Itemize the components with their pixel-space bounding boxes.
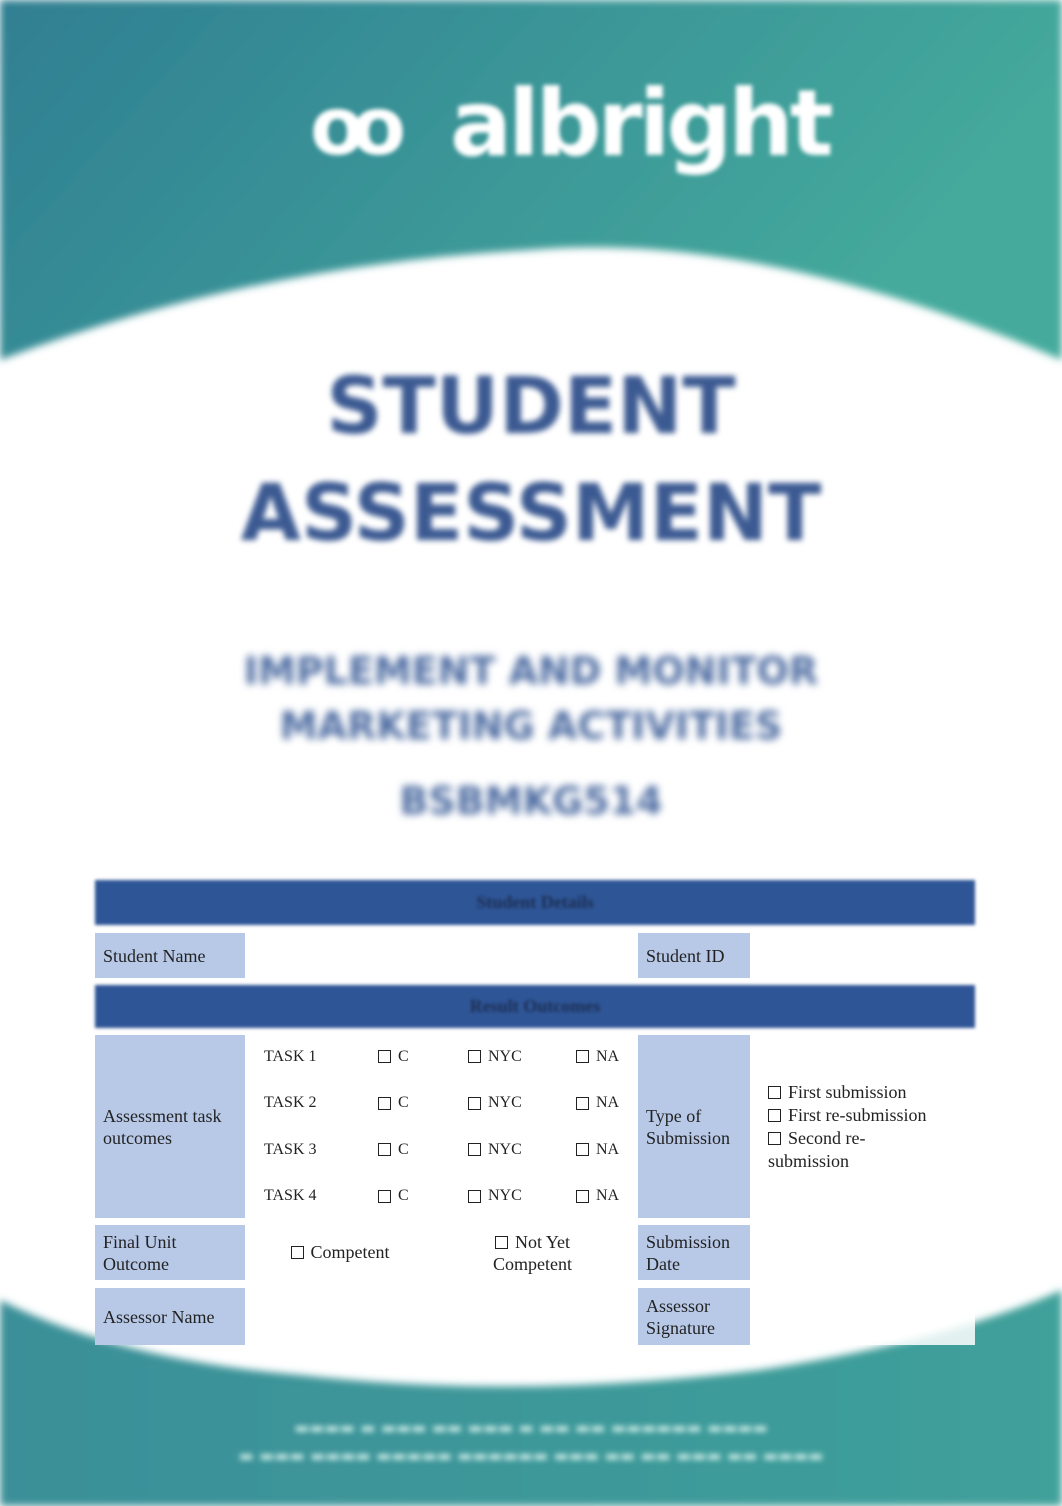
competent-option[interactable]: Competent xyxy=(250,1225,430,1280)
student-id-field[interactable] xyxy=(755,933,975,978)
checkbox-icon[interactable] xyxy=(768,1131,781,1145)
checkbox-icon[interactable] xyxy=(768,1108,781,1122)
task-2-label: TASK 2 xyxy=(250,1081,345,1125)
title-line-2: ASSESSMENT xyxy=(240,469,822,559)
submission-type-options: First submission First re-submission Sec… xyxy=(760,1035,975,1218)
section-header-results: Result Outcomes xyxy=(95,985,975,1028)
checkbox-icon[interactable] xyxy=(468,1143,481,1156)
checkbox-icon[interactable] xyxy=(378,1143,391,1156)
unit-title-line-2: MARKETING ACTIVITIES xyxy=(279,704,783,748)
assessor-signature-field[interactable] xyxy=(755,1288,975,1345)
checkbox-icon[interactable] xyxy=(576,1050,589,1063)
task-4-label: TASK 4 xyxy=(250,1174,345,1218)
checkbox-icon[interactable] xyxy=(468,1096,481,1110)
task-text: NA xyxy=(596,1187,620,1204)
checkbox-icon[interactable] xyxy=(576,1143,589,1156)
checkbox-icon[interactable] xyxy=(468,1189,481,1203)
assessor-name-label: Assessor Name xyxy=(95,1288,245,1345)
task-text: TASK 1 xyxy=(264,1047,317,1065)
task-3-na-option[interactable]: NA xyxy=(548,1128,630,1171)
albright-logo: oo albright xyxy=(300,70,834,210)
checkbox-icon[interactable] xyxy=(378,1050,391,1063)
assessor-name-field[interactable] xyxy=(250,1288,630,1345)
task-1-nyc-option[interactable]: NYC xyxy=(440,1035,545,1078)
task-1-label: TASK 1 xyxy=(250,1035,345,1078)
student-id-label: Student ID xyxy=(638,933,750,978)
task-text: NYC xyxy=(488,1187,522,1204)
task-4-na-option[interactable]: NA xyxy=(548,1174,630,1218)
title-line-1: STUDENT xyxy=(326,362,736,452)
task-text: NYC xyxy=(488,1047,522,1065)
task-text: NYC xyxy=(488,1140,522,1158)
checkbox-icon[interactable] xyxy=(290,1246,304,1259)
checkbox-icon[interactable] xyxy=(768,1085,781,1099)
checkbox-icon[interactable] xyxy=(576,1189,589,1203)
task-4-c-option[interactable]: C xyxy=(350,1174,440,1218)
submission-date-label: Submission Date xyxy=(638,1225,750,1280)
checkbox-icon[interactable] xyxy=(378,1096,391,1110)
unit-code: BSBMKG514 xyxy=(399,779,663,823)
task-2-c-option[interactable]: C xyxy=(350,1081,440,1125)
task-2-na-option[interactable]: NA xyxy=(548,1081,630,1125)
task-text: NA xyxy=(596,1047,620,1065)
not-yet-competent-option[interactable]: Not Yet Competent xyxy=(435,1225,630,1280)
task-text: C xyxy=(398,1047,409,1065)
logo-wordmark: albright xyxy=(450,70,834,177)
task-4-nyc-option[interactable]: NYC xyxy=(440,1174,545,1218)
task-2-nyc-option[interactable]: NYC xyxy=(440,1081,545,1125)
checkbox-icon[interactable] xyxy=(494,1235,508,1249)
checkbox-icon[interactable] xyxy=(378,1189,391,1203)
student-name-label: Student Name xyxy=(95,933,245,978)
assessor-signature-label: Assessor Signature xyxy=(638,1288,750,1345)
task-text: C xyxy=(398,1140,409,1158)
checkbox-icon[interactable] xyxy=(576,1096,589,1110)
checkbox-icon[interactable] xyxy=(468,1050,481,1063)
logo-mark-icon: oo xyxy=(310,80,406,173)
task-1-na-option[interactable]: NA xyxy=(548,1035,630,1078)
task-text: TASK 4 xyxy=(264,1187,317,1204)
task-text: TASK 3 xyxy=(264,1140,317,1158)
task-text: C xyxy=(398,1187,409,1204)
submission-date-field[interactable] xyxy=(755,1225,975,1280)
task-3-c-option[interactable]: C xyxy=(350,1128,440,1171)
student-name-field[interactable] xyxy=(250,933,630,978)
task-3-label: TASK 3 xyxy=(250,1128,345,1171)
option-first-submission[interactable]: First submission xyxy=(768,1081,938,1104)
footer-line-2: ▬ ▬▬▬ ▬▬▬▬ ▬▬▬▬▬ ▬▬▬▬▬▬ ▬▬▬ ▬▬ ▬▬ ▬▬▬ ▬▬… xyxy=(238,1446,824,1465)
unit-title-line-1: IMPLEMENT AND MONITOR xyxy=(243,649,819,693)
assessment-outcomes-label: Assessment task outcomes xyxy=(95,1035,245,1218)
task-text: NYC xyxy=(488,1094,522,1111)
final-outcome-label: Final Unit Outcome xyxy=(95,1225,245,1280)
submission-type-label: Type of Submission xyxy=(638,1035,750,1218)
task-text: NA xyxy=(596,1094,620,1111)
section-header-student-details: Student Details xyxy=(95,880,975,925)
task-1-c-option[interactable]: C xyxy=(350,1035,440,1078)
option-first-resubmission[interactable]: First re-submission xyxy=(768,1104,938,1127)
option-second-resubmission[interactable]: Second re-submission xyxy=(768,1127,938,1173)
task-text: C xyxy=(398,1094,409,1111)
task-3-nyc-option[interactable]: NYC xyxy=(440,1128,545,1171)
task-text: TASK 2 xyxy=(264,1094,317,1111)
footer-line-1: ▬▬▬▬ ▬ ▬▬▬ ▬▬ ▬▬▬ ▬ ▬▬ ▬▬ ▬▬▬▬▬▬ ▬▬▬▬ xyxy=(294,1418,768,1437)
task-text: NA xyxy=(596,1140,620,1158)
